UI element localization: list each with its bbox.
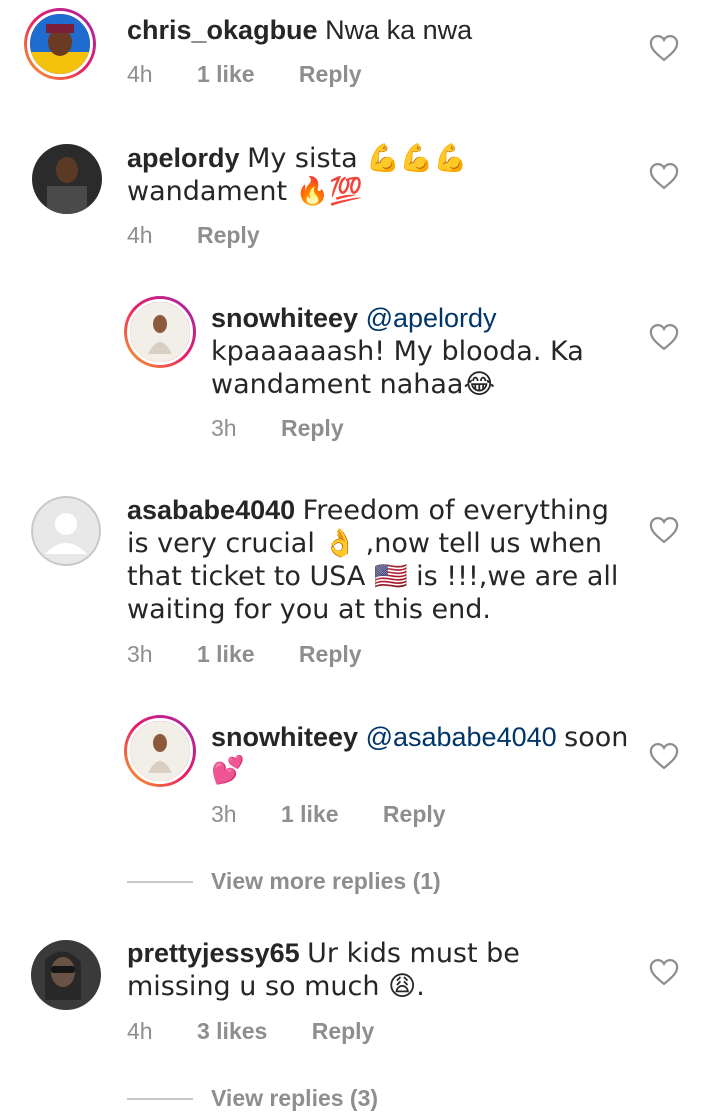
timestamp: 4h — [127, 222, 153, 248]
likes-count[interactable]: 1 like — [281, 801, 339, 827]
comment-meta: 3h Reply — [211, 415, 382, 442]
comment-meta: 4h 3 likes Reply — [127, 1018, 412, 1045]
comment-text: prettyjessy65 Ur kids must be missing u … — [127, 938, 520, 1002]
divider-line — [127, 880, 193, 883]
timestamp: 3h — [127, 641, 153, 667]
timestamp: 4h — [127, 1018, 153, 1044]
reply-button[interactable]: Reply — [383, 801, 446, 827]
reply-button[interactable]: Reply — [281, 415, 344, 441]
comment-meta: 4h 1 like Reply — [127, 61, 400, 88]
comment-text: apelordy My sista 💪💪💪 wandament 🔥💯 — [127, 143, 468, 207]
reply-button[interactable]: Reply — [197, 222, 260, 248]
avatar[interactable] — [31, 496, 101, 566]
view-more-replies-button[interactable]: View more replies (1) — [127, 868, 441, 895]
heart-icon[interactable] — [649, 516, 679, 544]
view-replies-button[interactable]: View replies (3) — [127, 1085, 378, 1112]
username[interactable]: prettyjessy65 — [127, 938, 300, 968]
comment-meta: 3h 1 like Reply — [211, 801, 484, 828]
reply-button[interactable]: Reply — [299, 641, 362, 667]
username[interactable]: snowhiteey — [211, 303, 358, 333]
avatar[interactable] — [124, 715, 196, 787]
comment-text: snowhiteey @asababe4040 soon 💕 — [211, 722, 629, 786]
comment-meta: 4h Reply — [127, 222, 298, 249]
heart-icon[interactable] — [649, 323, 679, 351]
avatar[interactable] — [31, 940, 101, 1010]
mention-link[interactable]: @apelordy — [366, 303, 497, 333]
likes-count[interactable]: 3 likes — [197, 1018, 267, 1044]
comment-text: snowhiteey @apelordy kpaaaaaash! My bloo… — [211, 303, 584, 400]
username[interactable]: snowhiteey — [211, 722, 358, 752]
avatar[interactable] — [124, 296, 196, 368]
reply-button[interactable]: Reply — [312, 1018, 375, 1044]
likes-count[interactable]: 1 like — [197, 641, 255, 667]
likes-count[interactable]: 1 like — [197, 61, 255, 87]
avatar[interactable] — [32, 144, 102, 214]
divider-line — [127, 1097, 193, 1100]
avatar[interactable] — [24, 8, 96, 80]
heart-icon[interactable] — [649, 742, 679, 770]
timestamp: 3h — [211, 415, 237, 441]
comment-text: asababe4040 Freedom of everything is ver… — [127, 495, 619, 625]
heart-icon[interactable] — [649, 162, 679, 190]
username[interactable]: chris_okagbue — [127, 15, 318, 45]
heart-icon[interactable] — [649, 958, 679, 986]
comment-meta: 3h 1 like Reply — [127, 641, 400, 668]
comment-text: chris_okagbue Nwa ka nwa — [127, 15, 473, 45]
reply-button[interactable]: Reply — [299, 61, 362, 87]
username[interactable]: apelordy — [127, 143, 240, 173]
timestamp: 3h — [211, 801, 237, 827]
username[interactable]: asababe4040 — [127, 495, 295, 525]
heart-icon[interactable] — [649, 34, 679, 62]
mention-link[interactable]: @asababe4040 — [366, 722, 557, 752]
timestamp: 4h — [127, 61, 153, 87]
